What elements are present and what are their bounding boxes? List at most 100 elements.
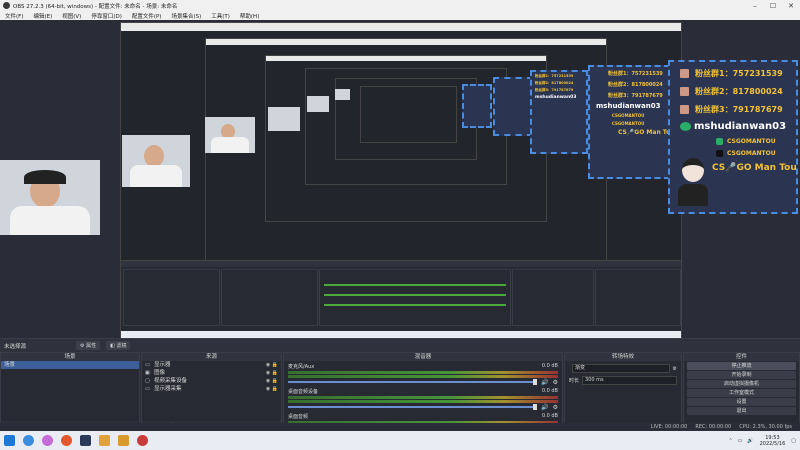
wechat-id: mshudianwan03	[694, 121, 787, 132]
exit-button[interactable]: 退出	[687, 407, 796, 415]
source-item[interactable]: ▭ 显示器采集 ◉ 🔒	[142, 385, 281, 393]
sources-dock: 来源 ▭ 显示器 ◉ 🔒 ▣ 图像 ◉ 🔒 ▢ 视频采集设备 ◉ 🔒 ▭ 显示器…	[141, 352, 282, 432]
monitor-icon: ▭	[145, 386, 150, 392]
game-icon[interactable]	[99, 435, 110, 446]
minimize-button[interactable]: –	[746, 0, 764, 11]
source-item[interactable]: ▢ 视频采集设备 ◉ 🔒	[142, 377, 281, 385]
menu-view[interactable]: 视图(V)	[57, 12, 86, 20]
speaker-icon[interactable]: 🔊	[541, 404, 548, 411]
wechat-icon	[680, 122, 691, 131]
gear-icon[interactable]: ⚙	[553, 404, 558, 411]
weibo-id: CSGOMANTOU	[727, 138, 776, 145]
nested-obs-panels	[120, 260, 682, 338]
transition-select[interactable]: 渐变	[572, 364, 670, 373]
menu-tools[interactable]: 工具(T)	[206, 12, 235, 20]
window-title: OBS 27.2.3 (64-bit, windows) - 配置文件: 未命名…	[13, 3, 178, 10]
menu-docks[interactable]: 停靠窗口(D)	[86, 12, 127, 20]
properties-button[interactable]: ⚙ 属性	[76, 341, 101, 350]
mixer-track: 麦克风/Aux 0.0 dB 🔊 ⚙	[284, 361, 562, 386]
avatar-icon	[680, 69, 689, 78]
slider-handle[interactable]	[533, 379, 538, 385]
avatar-icon	[680, 87, 689, 96]
weibo-icon	[716, 138, 723, 145]
network-icon[interactable]: ▭	[738, 438, 743, 444]
volume-meter	[288, 396, 558, 399]
source-item[interactable]: ▣ 图像 ◉ 🔒	[142, 369, 281, 377]
volume-slider[interactable]	[288, 406, 536, 408]
stop-streaming-button[interactable]: 停止推流	[687, 362, 796, 370]
no-source-selected-label: 未选择源	[4, 343, 27, 350]
source-item[interactable]: ▭ 显示器 ◉ 🔒	[142, 361, 281, 369]
slider-handle[interactable]	[533, 404, 538, 410]
cpu-usage: CPU: 2.3%, 30.00 fps	[739, 424, 792, 430]
volume-meter	[288, 400, 558, 403]
gear-icon[interactable]: ⚙	[673, 366, 677, 372]
clock[interactable]: 19:53 2022/5/16	[760, 435, 786, 447]
chrome-icon[interactable]	[61, 435, 72, 446]
status-bar: LIVE: 00:00:00 REC: 00:00:00 CPU: 2.3%, …	[0, 423, 800, 431]
filters-button[interactable]: ◧ 滤镜	[106, 341, 131, 350]
volume-meter	[288, 371, 558, 374]
webcam-feed-3	[205, 117, 255, 153]
streamer-name: CS🎤GO Man Tou	[712, 163, 797, 173]
notification-icon[interactable]: ▢	[791, 438, 796, 444]
fan-group-2: 粉丝群2：817800024	[695, 87, 783, 96]
sources-header: 来源	[142, 353, 281, 361]
source-toolbar: 未选择源 ⚙ 属性 ◧ 滤镜	[0, 338, 800, 352]
webcam-feed-5	[307, 96, 329, 112]
mixer-track: 桌面音频设备 0.0 dB 🔊 ⚙	[284, 386, 562, 411]
webcam-feed-4	[268, 107, 300, 131]
speaker-icon[interactable]: 🔊	[541, 379, 548, 386]
start-menu-icon[interactable]	[4, 435, 15, 446]
maximize-button[interactable]: ☐	[764, 0, 782, 11]
edge-icon[interactable]	[23, 435, 34, 446]
transitions-header: 转场特效	[565, 353, 681, 361]
visibility-icon[interactable]: ◉ 🔒	[266, 369, 278, 377]
scene-item[interactable]: 场景	[1, 361, 139, 369]
tray-chevron-icon[interactable]: ⌃	[728, 438, 732, 444]
duration-label: 时长	[569, 378, 580, 384]
nested-screen-6	[360, 86, 457, 143]
menu-scene-collection[interactable]: 场景集合(S)	[166, 12, 206, 20]
live-timer: LIVE: 00:00:00	[650, 424, 688, 430]
start-recording-button[interactable]: 开始录制	[687, 371, 796, 379]
visibility-icon[interactable]: ◉ 🔒	[266, 377, 278, 385]
volume-meter	[288, 375, 558, 378]
fan-group-overlay: 粉丝群1：757231539 粉丝群2：817800024 粉丝群3：79178…	[668, 60, 798, 214]
clock-date: 2022/5/16	[759, 440, 786, 447]
scenes-header: 场景	[1, 353, 139, 361]
avatar-icon	[680, 105, 689, 114]
menu-edit[interactable]: 编辑(E)	[28, 12, 57, 20]
browser-icon[interactable]	[42, 435, 53, 446]
webcam-feed-2	[122, 135, 190, 187]
volume-slider[interactable]	[288, 381, 536, 383]
fan-group-1: 粉丝群1：757231539	[695, 69, 783, 78]
scenes-dock: 场景 场景 + − ⌃ ⌄	[0, 352, 140, 432]
menu-file[interactable]: 文件(F)	[0, 12, 28, 20]
settings-button[interactable]: 设置	[687, 398, 796, 406]
visibility-icon[interactable]: ◉ 🔒	[266, 385, 278, 393]
douyin-id: CSGOMANTOU	[727, 150, 776, 157]
fan-group-3: 粉丝群3：791787679	[695, 105, 783, 114]
close-button[interactable]: ✕	[782, 0, 800, 11]
track-name: 桌面音频	[288, 414, 309, 420]
studio-mode-button[interactable]: 工作室模式	[687, 389, 796, 397]
rec-timer: REC: 00:00:00	[695, 424, 732, 430]
gear-icon: ⚙	[80, 343, 85, 349]
obs-icon[interactable]	[80, 435, 91, 446]
volume-icon[interactable]: 🔊	[747, 438, 753, 444]
windows-taskbar: ⌃ ▭ 🔊 19:53 2022/5/16 ▢	[0, 431, 800, 450]
menu-profile[interactable]: 配置文件(P)	[127, 12, 167, 20]
recorder-icon[interactable]	[137, 435, 148, 446]
menu-help[interactable]: 帮助(H)	[235, 12, 264, 20]
app-icon[interactable]	[118, 435, 129, 446]
preview-canvas[interactable]: 粉丝群1：757231539 粉丝群2：817800024 粉丝群3：79178…	[0, 20, 800, 338]
image-icon: ▣	[145, 370, 150, 376]
track-db: 0.0 dB	[541, 413, 558, 419]
transitions-dock: 转场特效 渐变 ⚙ 时长 300 ms	[564, 352, 682, 432]
visibility-icon[interactable]: ◉ 🔒	[266, 361, 278, 369]
duration-input[interactable]: 300 ms	[582, 376, 677, 385]
track-name: 桌面音频设备	[288, 389, 319, 395]
start-virtual-camera-button[interactable]: 启动虚拟摄像机	[687, 380, 796, 388]
gear-icon[interactable]: ⚙	[553, 379, 558, 386]
